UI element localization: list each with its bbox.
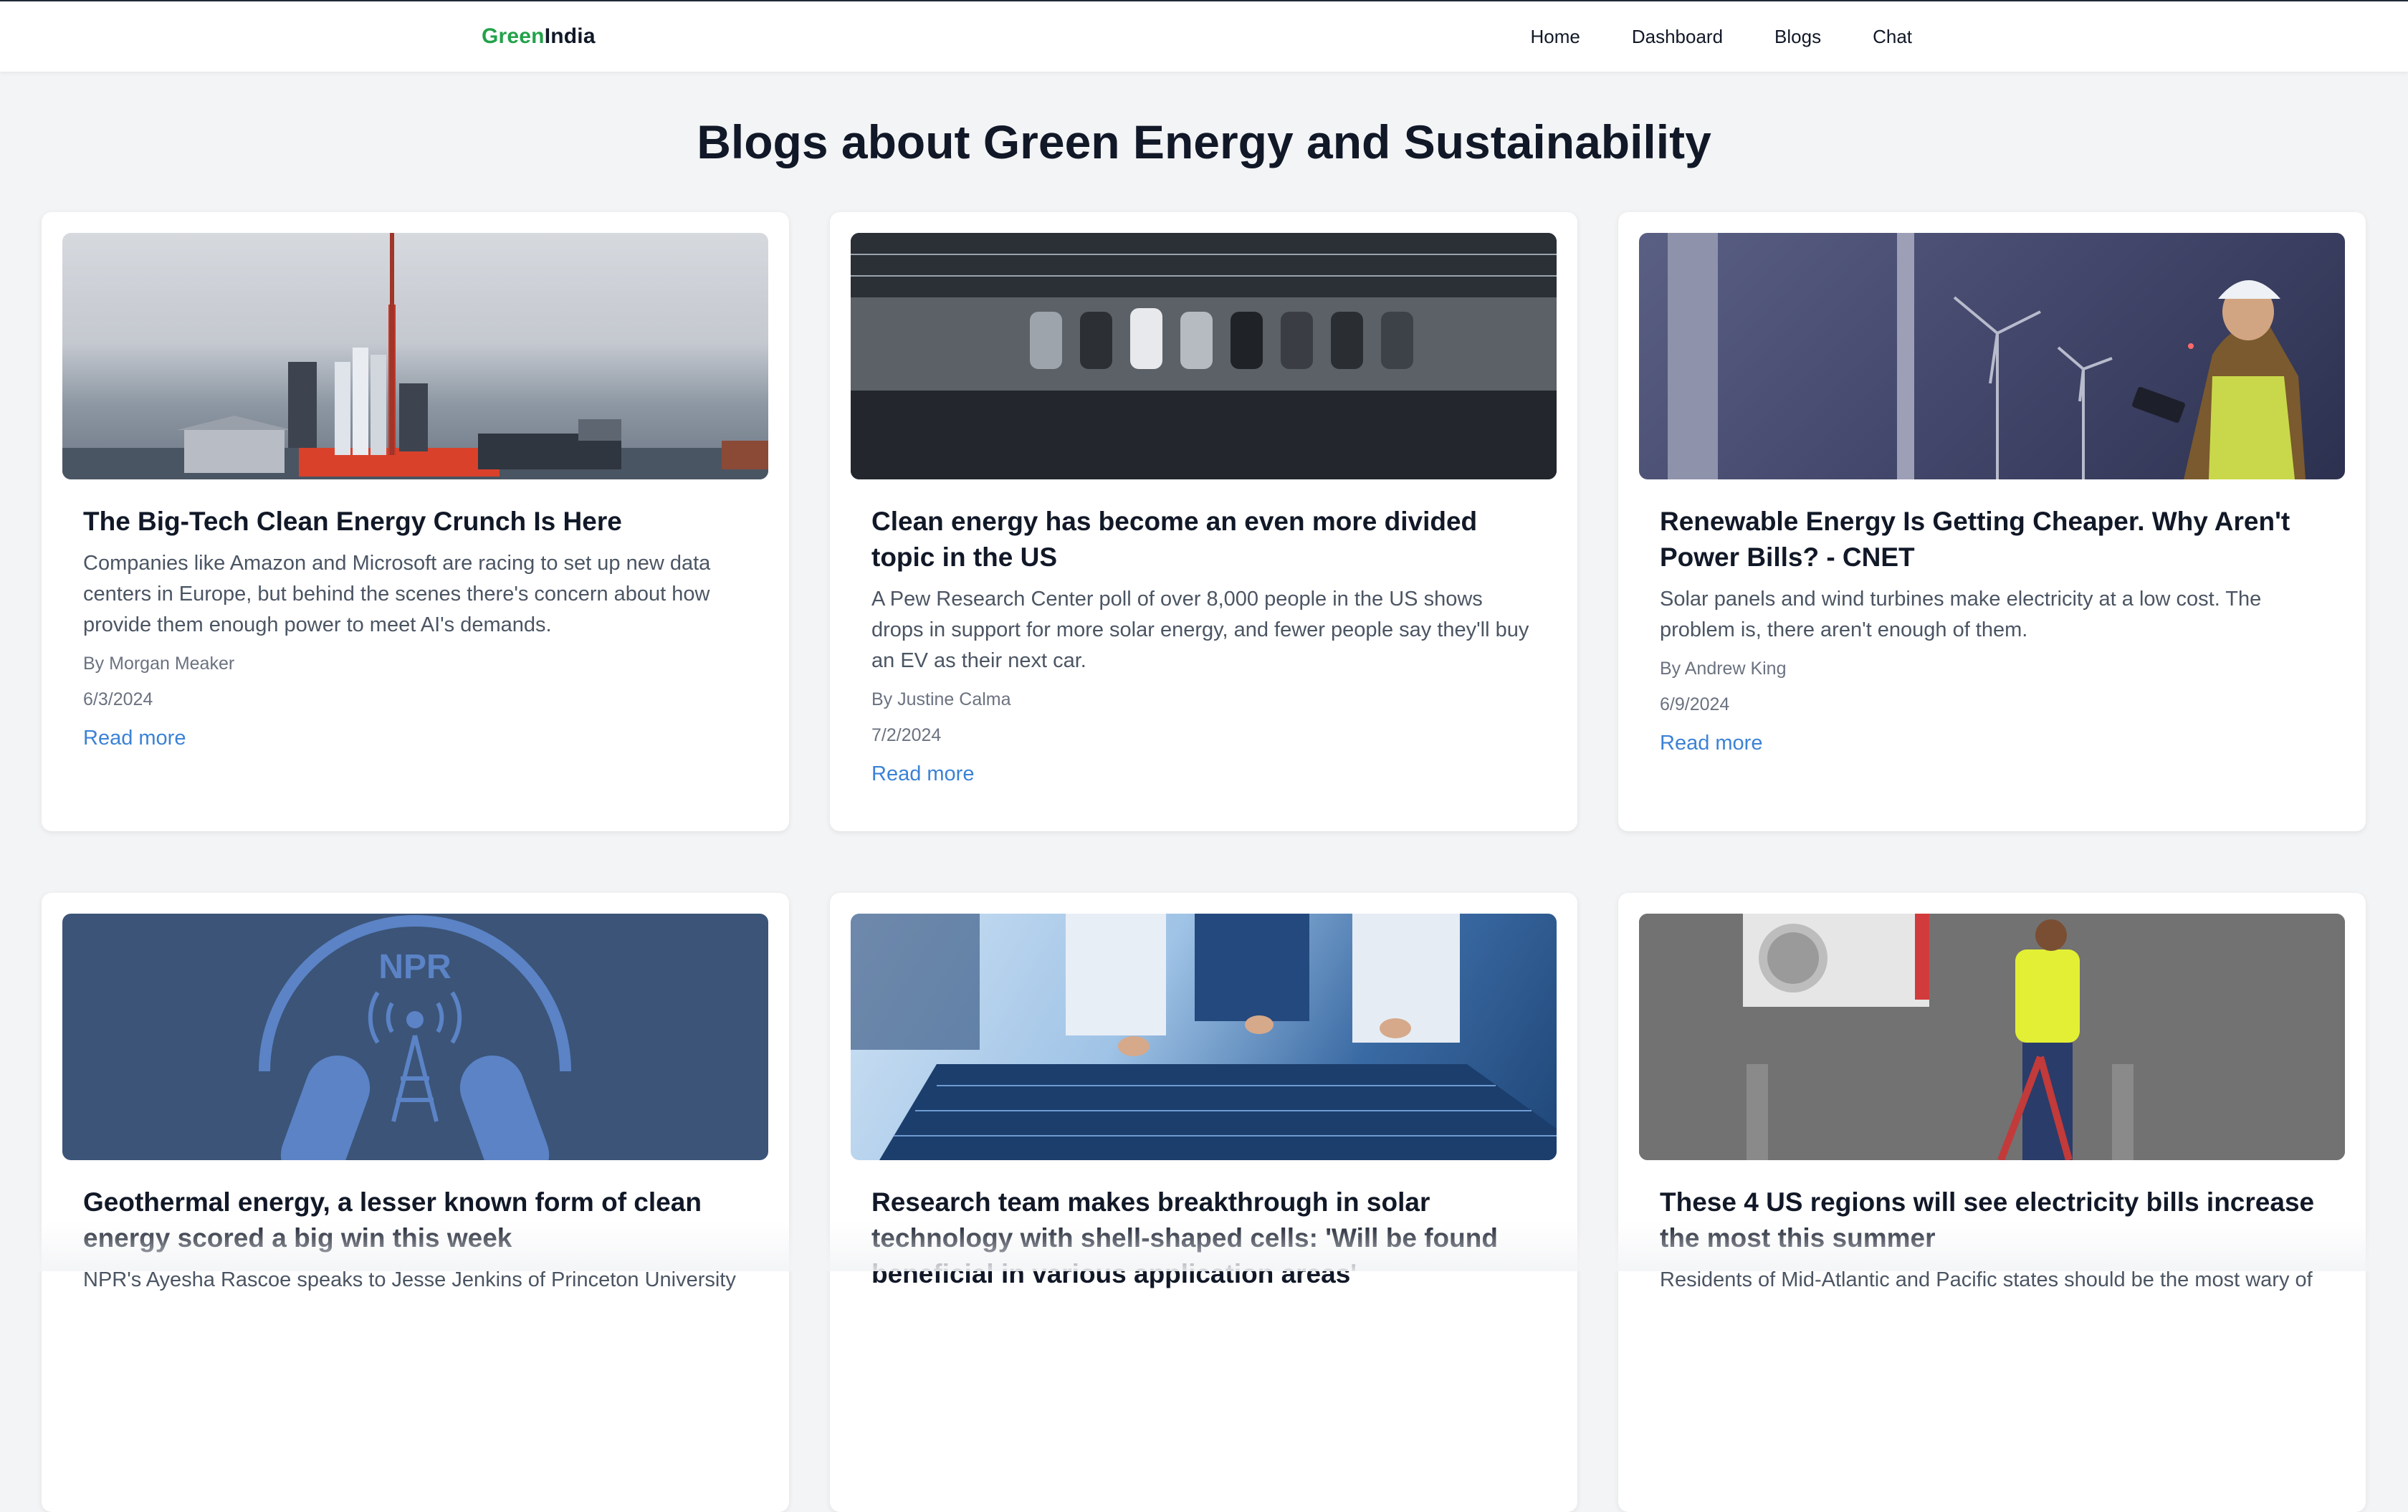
blog-title[interactable]: The Big-Tech Clean Energy Crunch Is Here — [62, 504, 768, 540]
blog-title[interactable]: Geothermal energy, a lesser known form o… — [62, 1185, 768, 1256]
read-more-link[interactable]: Read more — [1639, 729, 2345, 757]
read-more-link[interactable]: Read more — [851, 760, 1557, 788]
blog-title[interactable]: These 4 US regions will see electricity … — [1639, 1185, 2345, 1256]
blog-grid: The Big-Tech Clean Energy Crunch Is Here… — [42, 212, 2367, 1512]
blog-date: 6/3/2024 — [62, 686, 768, 712]
blog-card: NPR Geothermal energy, a lesser known fo… — [42, 893, 789, 1512]
blog-description: Solar panels and wind turbines make elec… — [1639, 584, 2345, 646]
blog-description: Residents of Mid-Atlantic and Pacific st… — [1639, 1265, 2345, 1296]
npr-headphones-icon: NPR — [62, 914, 768, 1160]
blog-title[interactable]: Research team makes breakthrough in sola… — [851, 1185, 1557, 1292]
nav-link-chat[interactable]: Chat — [1873, 26, 1912, 48]
wind-engineer-illustration — [1639, 233, 2345, 479]
blog-card: Renewable Energy Is Getting Cheaper. Why… — [1618, 212, 2366, 831]
blog-author: By Morgan Meaker — [62, 651, 768, 676]
blog-author: By Andrew King — [1639, 656, 2345, 681]
nav-link-blogs[interactable]: Blogs — [1774, 26, 1821, 48]
solar-lab-illustration — [851, 914, 1557, 1160]
blog-image-offshore-port[interactable] — [62, 233, 768, 479]
blog-image-wind-engineer[interactable] — [1639, 233, 2345, 479]
blog-description: A Pew Research Center poll of over 8,000… — [851, 584, 1557, 676]
brand-dark-text: India — [545, 24, 596, 48]
blog-image-solar-carport[interactable] — [851, 233, 1557, 479]
blog-image-ac-technician[interactable] — [1639, 914, 2345, 1160]
blog-author: By Justine Calma — [851, 686, 1557, 712]
blog-date: 7/2/2024 — [851, 722, 1557, 748]
nav-link-home[interactable]: Home — [1530, 26, 1580, 48]
blog-description: Companies like Amazon and Microsoft are … — [62, 548, 768, 641]
blog-title[interactable]: Clean energy has become an even more div… — [851, 504, 1557, 575]
brand-logo[interactable]: GreenIndia — [482, 24, 596, 49]
blog-card: These 4 US regions will see electricity … — [1618, 893, 2366, 1512]
read-more-link[interactable]: Read more — [62, 724, 768, 752]
nav-links: Home Dashboard Blogs Chat — [1530, 26, 1912, 48]
blog-description: NPR's Ayesha Rascoe speaks to Jesse Jenk… — [62, 1265, 768, 1296]
blog-card: Research team makes breakthrough in sola… — [830, 893, 1577, 1512]
blog-title[interactable]: Renewable Energy Is Getting Cheaper. Why… — [1639, 504, 2345, 575]
brand-green-text: Green — [482, 24, 545, 48]
blog-card: The Big-Tech Clean Energy Crunch Is Here… — [42, 212, 789, 831]
npr-logo-text: NPR — [378, 948, 451, 986]
port-illustration — [62, 233, 768, 479]
nav-link-dashboard[interactable]: Dashboard — [1632, 26, 1723, 48]
navbar: GreenIndia Home Dashboard Blogs Chat — [0, 0, 2408, 72]
blog-card: Clean energy has become an even more div… — [830, 212, 1577, 831]
ac-technician-illustration — [1639, 914, 2345, 1160]
blog-image-solar-lab[interactable] — [851, 914, 1557, 1160]
page-title: Blogs about Green Energy and Sustainabil… — [0, 115, 2408, 169]
blog-date: 6/9/2024 — [1639, 692, 2345, 717]
solar-carport-illustration — [851, 233, 1557, 479]
blog-image-npr-logo[interactable]: NPR — [62, 914, 768, 1160]
